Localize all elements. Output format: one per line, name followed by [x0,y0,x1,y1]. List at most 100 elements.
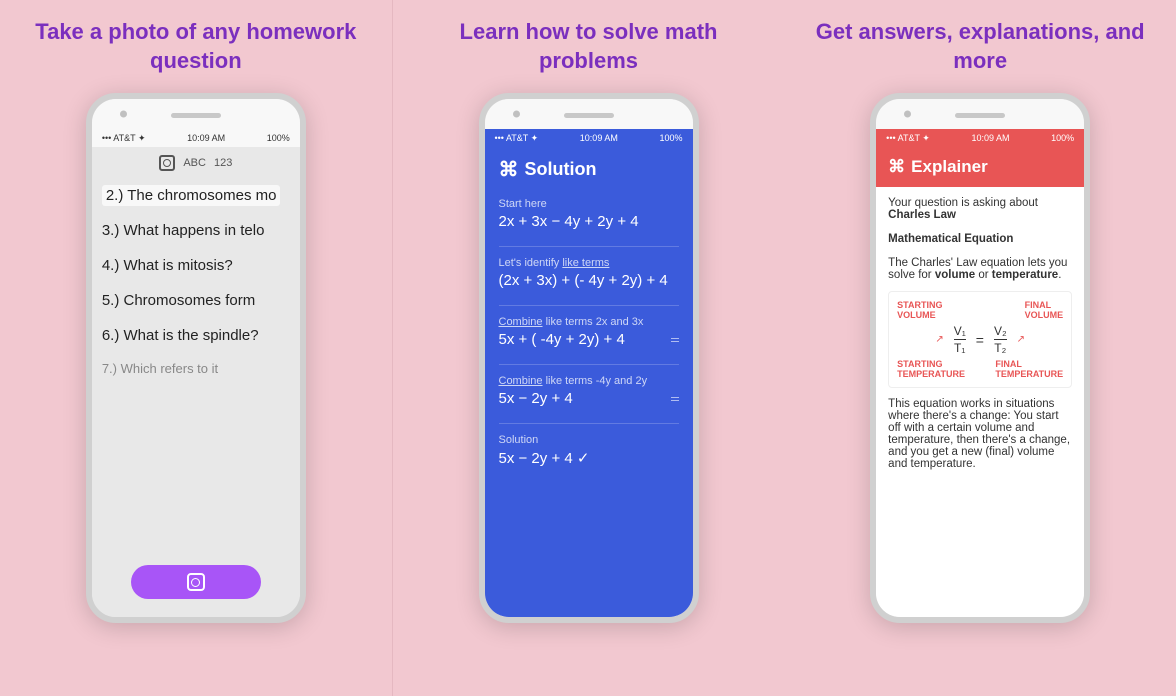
equals-sign: = [976,332,984,348]
panel-explainer: Get answers, explanations, and more ••• … [784,0,1176,696]
camera-mode-icons: ABC 123 [102,155,290,171]
step-3: Combine like terms 2x and 3x 5x + ( -4y … [499,316,679,348]
t1-label: T₁ [954,341,965,355]
charles-law-diagram: STARTINGVOLUME FINALVOLUME ↗ V₁ T₁ = V₂ [888,291,1072,388]
starting-temp-label: STARTINGTEMPERATURE [897,359,965,379]
phone-frame-2: ••• AT&T ✦ 10:09 AM 100% ⌘ Solution Star… [479,93,699,623]
phone-speaker-1 [171,113,221,118]
status-carrier-3: ••• AT&T ✦ [886,133,930,144]
v1-label: V₁ [954,324,966,340]
step-1: Start here 2x + 3x − 4y + 2y + 4 [499,198,679,230]
diagram-bottom-row: STARTINGTEMPERATURE FINALTEMPERATURE [897,359,1063,379]
diagram-top-row: STARTINGVOLUME FINALVOLUME [897,300,1063,320]
phone-status-bar-3: ••• AT&T ✦ 10:09 AM 100% [876,129,1084,147]
status-time-2: 10:09 AM [580,133,618,143]
explainer-header: ⌘ Explainer [876,147,1084,187]
phone-speaker-3 [955,113,1005,118]
hw-line-1: 2.) The chromosomes mo [102,185,290,206]
phone-frame-3: ••• AT&T ✦ 10:09 AM 100% ⌘ Explainer You… [870,93,1090,623]
phone-camera-1 [120,111,127,118]
app-icon-2: ⌘ [499,157,519,182]
explainer-title: Explainer [911,157,988,177]
capture-button-icon [187,573,205,591]
step-2: Let's identify like terms (2x + 3x) + (-… [499,257,679,289]
step-2-label: Let's identify like terms [499,257,679,269]
step-3-arrow [671,338,679,342]
step-5-expr: 5x − 2y + 4 ✓ [499,449,679,467]
connector-or: or [978,269,991,281]
status-time-3: 10:09 AM [971,133,1009,143]
solution-title: Solution [525,159,597,180]
step-1-label: Start here [499,198,679,210]
camera-mode-icon [159,155,175,171]
step-3-row: 5x + ( -4y + 2y) + 4 [499,331,679,348]
solution-header: ⌘ Solution [499,157,679,182]
phone-status-bar-1: ••• AT&T ✦ 10:09 AM 100% [92,129,300,147]
diagram-formula: ↗ V₁ T₁ = V₂ T₂ ↗ [897,324,1063,355]
hw-line-2: 3.) What happens in telo [102,220,290,241]
panel2-title: Learn how to solve math problems [393,18,785,75]
explainer-icon: ⌘ [888,157,905,177]
explainer-body: Your question is asking about Charles La… [876,187,1084,617]
divider-1 [499,246,679,247]
phone-camera-2 [513,111,520,118]
panel1-title: Take a photo of any homework question [0,18,392,75]
step-5: Solution 5x − 2y + 4 ✓ [499,434,679,467]
phone-screen-1: ABC 123 2.) The chromosomes mo 3.) What … [92,147,300,617]
final-temp-label: FINALTEMPERATURE [995,359,1063,379]
highlight-temperature: temperature [992,269,1058,281]
step-1-expr: 2x + 3x − 4y + 2y + 4 [499,213,679,230]
divider-3 [499,364,679,365]
explainer-screen: ⌘ Explainer Your question is asking abou… [876,147,1084,617]
status-battery-2: 100% [659,133,682,143]
status-battery-1: 100% [267,133,290,143]
step-4-row: 5x − 2y + 4 [499,390,679,407]
step-4-label: Combine like terms -4y and 2y [499,375,679,387]
final-volume-label: FINALVOLUME [1025,300,1064,320]
phone-screen-2: ⌘ Solution Start here 2x + 3x − 4y + 2y … [485,147,693,617]
section-title: Mathematical Equation [888,233,1072,245]
phone-top-bar-2 [485,99,693,129]
mode-label-123: 123 [214,157,232,169]
step-4: Combine like terms -4y and 2y 5x − 2y + … [499,375,679,407]
status-time-1: 10:09 AM [187,133,225,143]
fraction-v2-t2: V₂ T₂ [994,324,1007,355]
panel-take-photo: Take a photo of any homework question ••… [0,0,393,696]
hw-line-4: 5.) Chromosomes form [102,290,290,311]
phone-top-bar-1 [92,99,300,129]
step-2-expr: (2x + 3x) + (- 4y + 2y) + 4 [499,272,679,289]
panel-solution: Learn how to solve math problems ••• AT&… [393,0,785,696]
phone-status-bar-2: ••• AT&T ✦ 10:09 AM 100% [485,129,693,147]
hw-line-5: 6.) What is the spindle? [102,325,290,346]
capture-button[interactable] [131,565,261,599]
explainer-footnote: This equation works in situations where … [888,398,1072,470]
phone-speaker-2 [564,113,614,118]
explainer-intro: Your question is asking about Charles La… [888,197,1072,221]
fraction-v1-t1: V₁ T₁ [954,324,966,355]
step-4-arrow [671,397,679,401]
step-4-expr: 5x − 2y + 4 [499,390,573,407]
explainer-topic: Charles Law [888,209,956,221]
step-5-label: Solution [499,434,679,446]
camera-screen: ABC 123 2.) The chromosomes mo 3.) What … [92,147,300,617]
divider-2 [499,305,679,306]
arrow-left: ↗ [935,334,943,345]
phone-frame-1: ••• AT&T ✦ 10:09 AM 100% ABC 123 2.) The… [86,93,306,623]
phone-camera-3 [904,111,911,118]
arrow-right: ↗ [1017,334,1025,345]
starting-volume-label: STARTINGVOLUME [897,300,942,320]
phone-screen-3: ⌘ Explainer Your question is asking abou… [876,147,1084,617]
solution-screen: ⌘ Solution Start here 2x + 3x − 4y + 2y … [485,147,693,617]
hw-line-6: 7.) Which refers to it [102,360,290,378]
highlight-volume: volume [935,269,975,281]
section-description: The Charles' Law equation lets you solve… [888,257,1072,281]
phone-top-bar-3 [876,99,1084,129]
step-3-expr: 5x + ( -4y + 2y) + 4 [499,331,625,348]
status-carrier-2: ••• AT&T ✦ [495,133,539,144]
status-carrier-1: ••• AT&T ✦ [102,133,146,144]
v2-label: V₂ [994,324,1007,340]
panel3-title: Get answers, explanations, and more [784,18,1176,75]
t2-label: T₂ [994,341,1006,355]
step-3-label: Combine like terms 2x and 3x [499,316,679,328]
status-battery-3: 100% [1051,133,1074,143]
